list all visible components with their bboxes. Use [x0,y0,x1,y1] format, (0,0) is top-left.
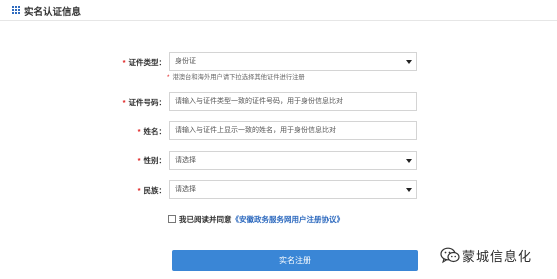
chevron-down-icon[interactable] [402,152,416,169]
id-number-label: * 证件号码： [66,97,166,108]
name-input[interactable]: 请输入与证件上显示一致的姓名，用于身份信息比对 [169,121,417,140]
required-mark: * [137,186,141,195]
wechat-icon [440,247,460,264]
id-type-label-text: 证件类型： [128,58,167,67]
id-number-label-text: 证件号码： [128,98,167,107]
agreement-text: 我已阅读并同意 [179,215,232,224]
id-type-value: 身份证 [175,58,196,65]
id-type-hint-text: 港澳台和海外用户请下拉选择其他证件进行注册 [172,74,305,81]
ethnicity-label-text: 民族： [143,186,167,195]
required-mark: * [137,127,141,136]
ethnicity-select[interactable]: 请选择 [169,180,417,199]
name-placeholder: 请输入与证件上显示一致的姓名，用于身份信息比对 [175,127,336,134]
gender-select[interactable]: 请选择 [169,151,417,170]
grid-icon [12,6,20,14]
submit-button[interactable]: 实名注册 [172,250,418,271]
name-label-text: 姓名： [143,127,167,136]
watermark-text: 蒙城信息化 [462,249,533,264]
chevron-down-icon[interactable] [402,53,416,70]
ethnicity-value: 请选择 [175,186,196,193]
panel-title: 实名认证信息 [24,7,82,18]
id-number-placeholder: 请输入与证件类型一致的证件号码，用于身份信息比对 [175,98,343,105]
gender-label-text: 性别： [143,156,167,165]
gender-value: 请选择 [175,157,196,164]
agreement-link[interactable]: 《安徽政务服务网用户注册协议》 [232,215,345,224]
chevron-down-icon[interactable] [402,181,416,198]
id-type-select[interactable]: 身份证 [169,52,417,71]
required-mark: * [122,98,126,107]
required-mark: * [122,58,126,67]
agreement-row: 我已阅读并同意《安徽政务服务网用户注册协议》 [168,214,344,225]
panel-header: 实名认证信息 [0,0,557,21]
id-number-input[interactable]: 请输入与证件类型一致的证件号码，用于身份信息比对 [169,92,417,111]
id-type-label: * 证件类型： [66,57,166,68]
id-type-hint: * 港澳台和海外用户请下拉选择其他证件进行注册 [167,72,305,81]
ethnicity-label: * 民族： [66,185,166,196]
required-mark: * [167,74,170,81]
required-mark: * [137,156,141,165]
gender-label: * 性别： [66,155,166,166]
agreement-checkbox[interactable] [168,215,176,223]
name-label: * 姓名： [66,126,166,137]
